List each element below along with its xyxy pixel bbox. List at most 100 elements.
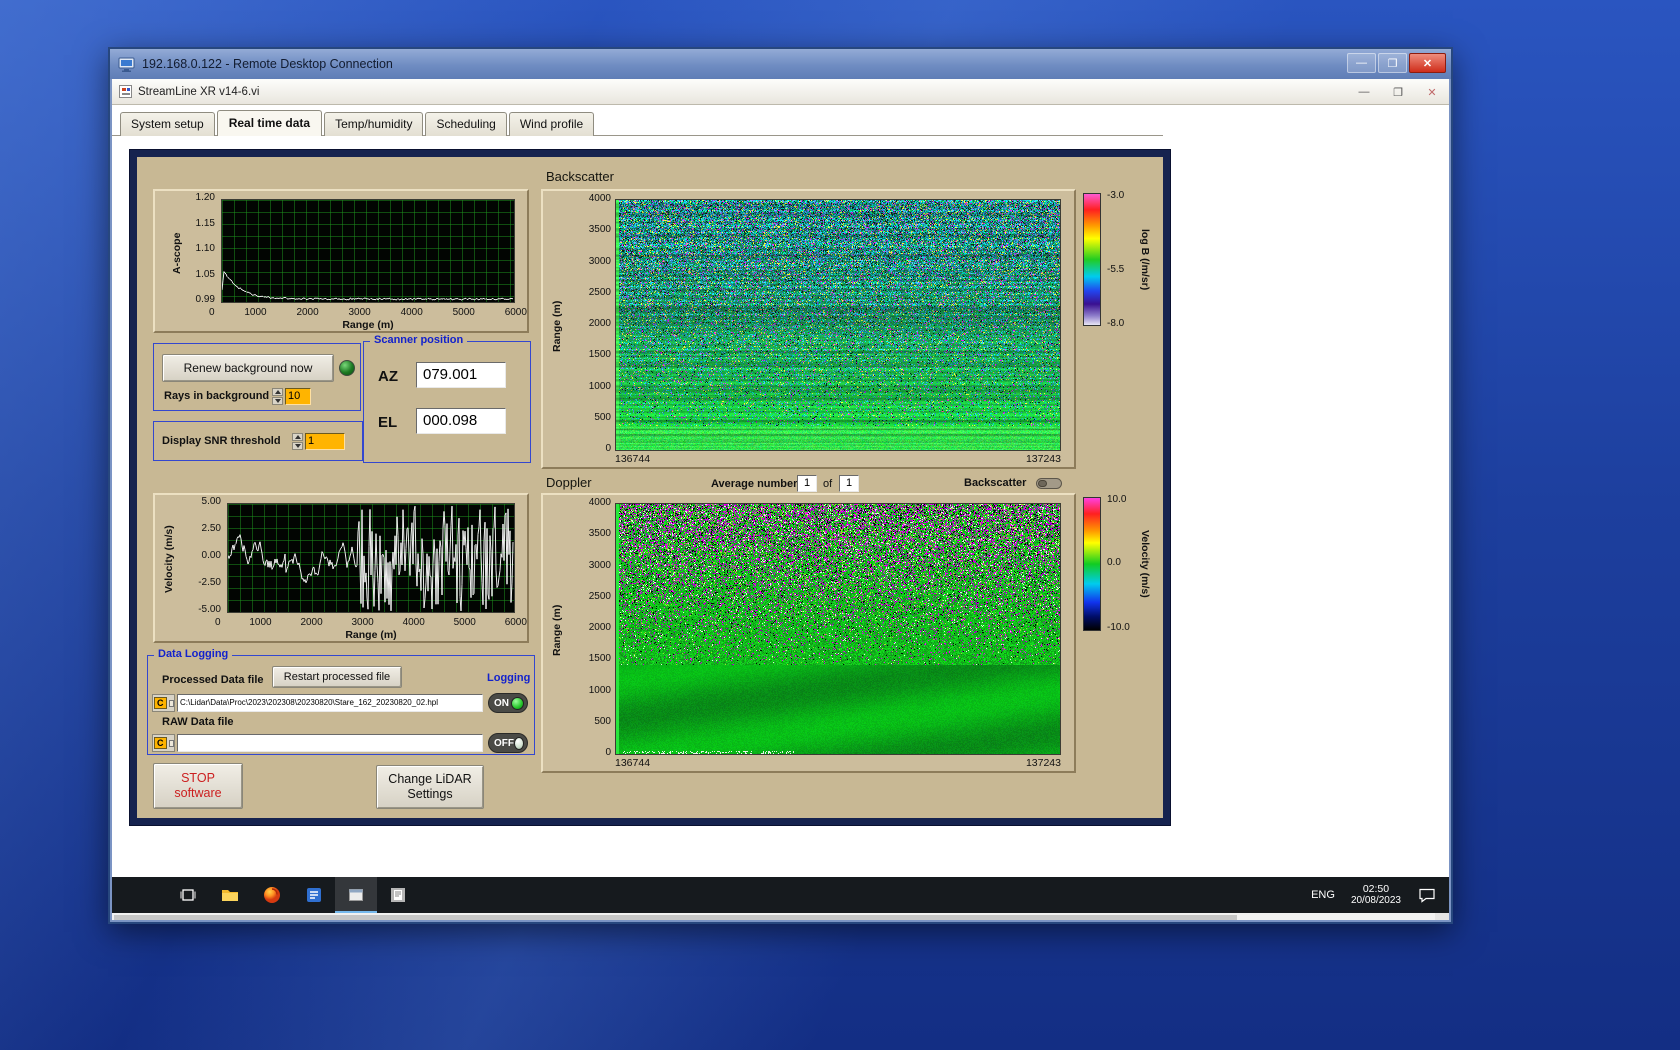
- velocity-ylabel: Velocity (m/s): [163, 507, 175, 611]
- scan-app-icon: [388, 885, 408, 905]
- taskbar-tray: ENG 02:50 20/08/2023: [1311, 877, 1437, 913]
- stop-software-button[interactable]: STOP software: [153, 763, 243, 809]
- snr-increment-button[interactable]: [292, 433, 303, 441]
- rdp-restore-button[interactable]: ❐: [1378, 53, 1407, 73]
- average-number-field[interactable]: 1: [797, 475, 817, 492]
- taskbar-firefox-button[interactable]: [251, 877, 293, 913]
- doppler-yticks: 4000 3500 3000 2500 2000 1500 1000 500 0: [573, 498, 611, 758]
- tick-label: 3500: [589, 225, 611, 235]
- snr-threshold-label: Display SNR threshold: [162, 435, 281, 447]
- action-center-icon[interactable]: [1417, 885, 1437, 905]
- tick-label: 3000: [352, 617, 374, 628]
- rays-increment-button[interactable]: [272, 388, 283, 396]
- tick-label: 1000: [589, 686, 611, 696]
- rdp-close-button[interactable]: ✕: [1409, 53, 1446, 73]
- average-of-field[interactable]: 1: [839, 475, 859, 492]
- restart-processed-file-button[interactable]: Restart processed file: [272, 666, 402, 688]
- ascope-xticks: 0 1000 2000 3000 4000 5000 6000: [209, 307, 527, 318]
- tab-system-setup[interactable]: System setup: [120, 112, 215, 136]
- backscatter-group: Range (m) 4000 3500 3000 2500 2000 1500 1000 50…: [541, 189, 1076, 469]
- language-indicator[interactable]: ENG: [1311, 889, 1335, 901]
- tick-label: 3000: [589, 257, 611, 267]
- tick-label: 4000: [401, 307, 423, 318]
- tick-label: 0.00: [202, 551, 221, 561]
- backscatter-colorbar: -3.0 -5.5 -8.0: [1083, 193, 1101, 326]
- backscatter-colorbar-tick-min: -8.0: [1107, 318, 1124, 329]
- labview-titlebar[interactable]: StreamLine XR v14-6.vi — ❐ ✕: [112, 79, 1449, 105]
- rays-in-background-label: Rays in background: [164, 390, 269, 402]
- backscatter-toggle[interactable]: [1036, 478, 1062, 489]
- rdp-window-title: 192.168.0.122 - Remote Desktop Connectio…: [142, 57, 393, 71]
- tick-label: 2000: [589, 623, 611, 633]
- processed-path-browse-button[interactable]: C: [152, 694, 175, 712]
- task-view-icon: [178, 885, 198, 905]
- tick-label: -2.50: [198, 578, 221, 588]
- taskbar-file-explorer-button[interactable]: [209, 877, 251, 913]
- el-value-field[interactable]: 000.098: [416, 408, 506, 434]
- rdp-minimize-button[interactable]: —: [1347, 53, 1376, 73]
- taskbar-clock[interactable]: 02:50 20/08/2023: [1351, 883, 1401, 907]
- tabstrip: System setup Real time data Temp/humidit…: [120, 110, 596, 136]
- raw-data-file-label: RAW Data file: [162, 716, 234, 728]
- clock-date: 20/08/2023: [1351, 895, 1401, 907]
- labview-minimize-button[interactable]: —: [1355, 86, 1373, 98]
- tick-label: 4000: [589, 194, 611, 204]
- taskbar-scan-app-button[interactable]: [377, 877, 419, 913]
- clock-time: 02:50: [1351, 883, 1401, 895]
- labview-window-title: StreamLine XR v14-6.vi: [138, 86, 259, 98]
- file-explorer-icon: [220, 885, 240, 905]
- doppler-colorbar: 10.0 0.0 -10.0: [1083, 497, 1101, 631]
- taskbar-active-app-button[interactable]: [335, 877, 377, 913]
- tick-label: 3000: [349, 307, 371, 318]
- on-label: ON: [494, 698, 511, 709]
- doppler-group: Range (m) 4000 3500 3000 2500 2000 1500 1000 50…: [541, 493, 1076, 773]
- backscatter-x-start: 136744: [615, 453, 650, 465]
- raw-path-field[interactable]: [177, 734, 483, 752]
- rays-decrement-button[interactable]: [272, 397, 283, 405]
- processed-path-field[interactable]: C:\Lidar\Data\Proc\2023\202308\20230820\…: [177, 694, 483, 712]
- velocity-xlabel: Range (m): [227, 629, 515, 641]
- off-label: OFF: [494, 738, 514, 749]
- rays-spinner: [272, 388, 283, 405]
- backscatter-colorbar-label: log B (/m/sr): [1139, 187, 1151, 333]
- taskbar-task-view-button[interactable]: [167, 877, 209, 913]
- raw-logging-toggle[interactable]: OFF: [488, 733, 528, 753]
- renew-background-group: Renew background now Rays in background …: [153, 343, 361, 411]
- tick-label: 0: [215, 617, 221, 628]
- tab-real-time-data[interactable]: Real time data: [217, 110, 322, 136]
- change-lidar-line2: Settings: [407, 787, 452, 802]
- tab-scheduling[interactable]: Scheduling: [425, 112, 506, 136]
- taskbar-app-blue-button[interactable]: [293, 877, 335, 913]
- raw-path-browse-button[interactable]: C: [152, 734, 175, 752]
- tick-label: 2000: [300, 617, 322, 628]
- tick-label: 0: [209, 307, 215, 318]
- tick-label: 6000: [505, 617, 527, 628]
- change-lidar-settings-button[interactable]: Change LiDAR Settings: [376, 765, 484, 809]
- labview-restore-button[interactable]: ❐: [1389, 86, 1407, 99]
- tick-label: 3500: [589, 529, 611, 539]
- velocity-canvas: [228, 504, 514, 612]
- snr-value-field[interactable]: 1: [305, 433, 345, 450]
- rdp-titlebar[interactable]: 192.168.0.122 - Remote Desktop Connectio…: [110, 49, 1451, 79]
- backscatter-ylabel: Range (m): [551, 261, 563, 391]
- rdp-horizontal-scrollbar[interactable]: [112, 913, 1449, 920]
- az-value-field[interactable]: 079.001: [416, 362, 506, 388]
- labview-close-button[interactable]: ✕: [1423, 86, 1441, 99]
- doppler-xrange: 136744 137243: [615, 757, 1061, 769]
- processed-logging-toggle[interactable]: ON: [488, 693, 528, 713]
- change-lidar-line1: Change LiDAR: [388, 772, 471, 787]
- rdp-window: 192.168.0.122 - Remote Desktop Connectio…: [108, 47, 1453, 924]
- labview-window-controls: — ❐ ✕: [1355, 79, 1441, 105]
- stop-software-line1: STOP: [181, 771, 215, 786]
- tick-label: 1.20: [196, 193, 215, 203]
- rays-value-field[interactable]: 10: [285, 388, 311, 405]
- scrollbar-thumb[interactable]: [114, 915, 1237, 920]
- renew-background-button[interactable]: Renew background now: [162, 354, 334, 382]
- snr-decrement-button[interactable]: [292, 442, 303, 450]
- tab-temp-humidity[interactable]: Temp/humidity: [324, 112, 423, 136]
- scanner-position-group: Scanner position AZ 079.001 EL 000.098: [363, 341, 531, 463]
- tick-label: 5000: [453, 307, 475, 318]
- tick-label: 5000: [454, 617, 476, 628]
- backscatter-yticks: 4000 3500 3000 2500 2000 1500 1000 500 0: [573, 194, 611, 454]
- tab-wind-profile[interactable]: Wind profile: [509, 112, 594, 136]
